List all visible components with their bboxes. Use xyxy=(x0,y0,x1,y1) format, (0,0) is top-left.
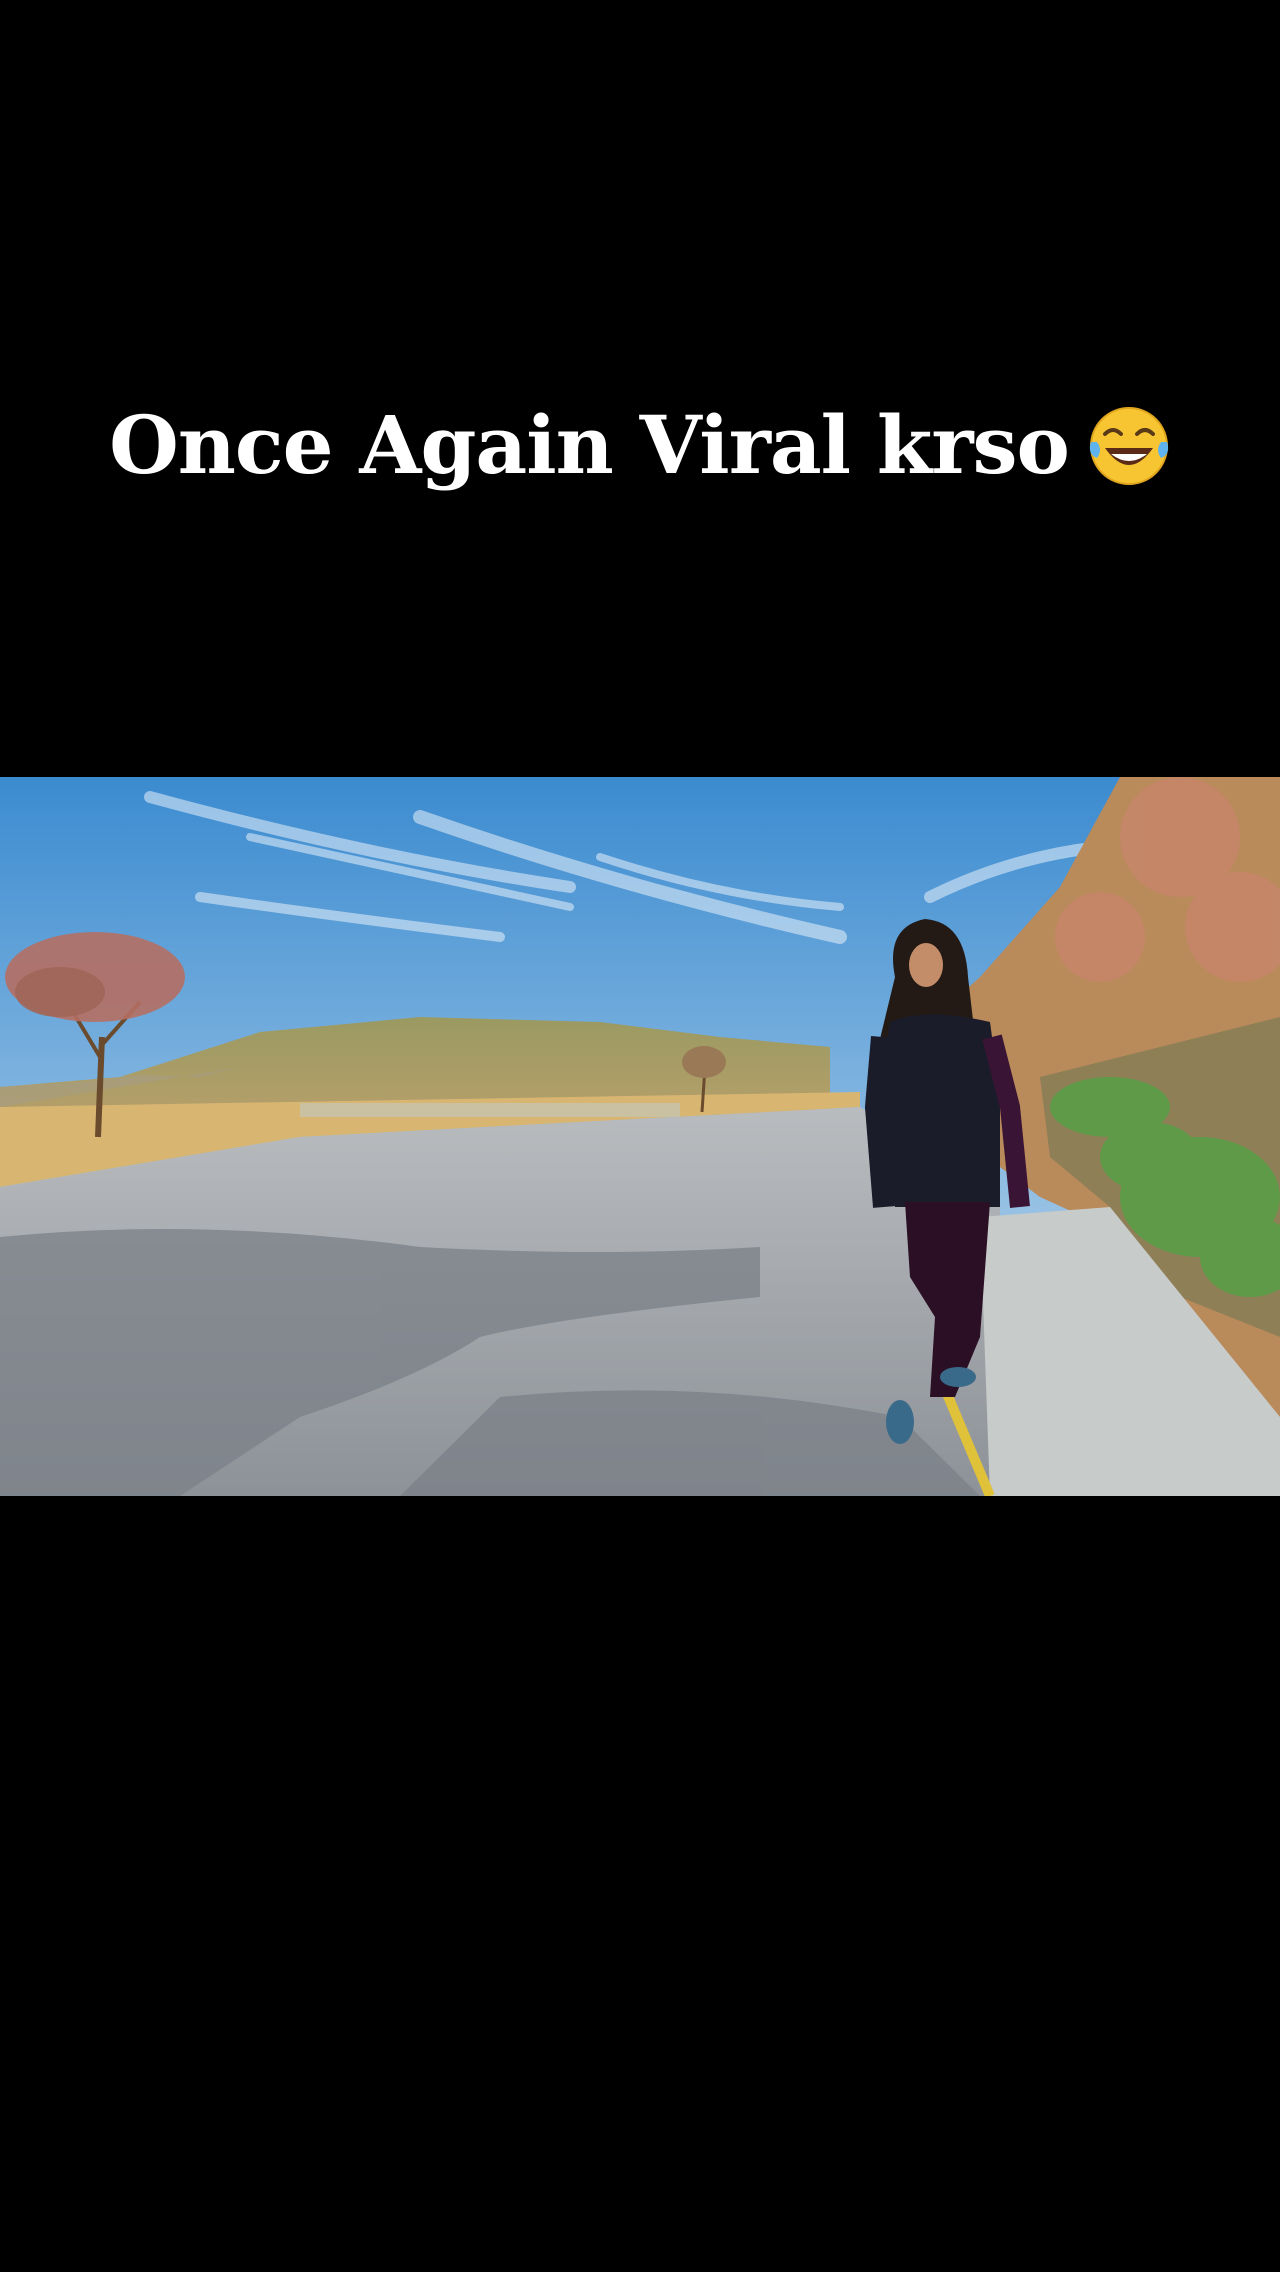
video-caption: Once Again Viral krso xyxy=(0,395,1280,495)
video-frame[interactable] xyxy=(0,777,1280,1496)
caption-text: Once Again Viral krso xyxy=(109,398,1070,492)
landscape-scene xyxy=(0,777,1280,1496)
face-with-tears-of-joy-icon xyxy=(1087,404,1171,488)
